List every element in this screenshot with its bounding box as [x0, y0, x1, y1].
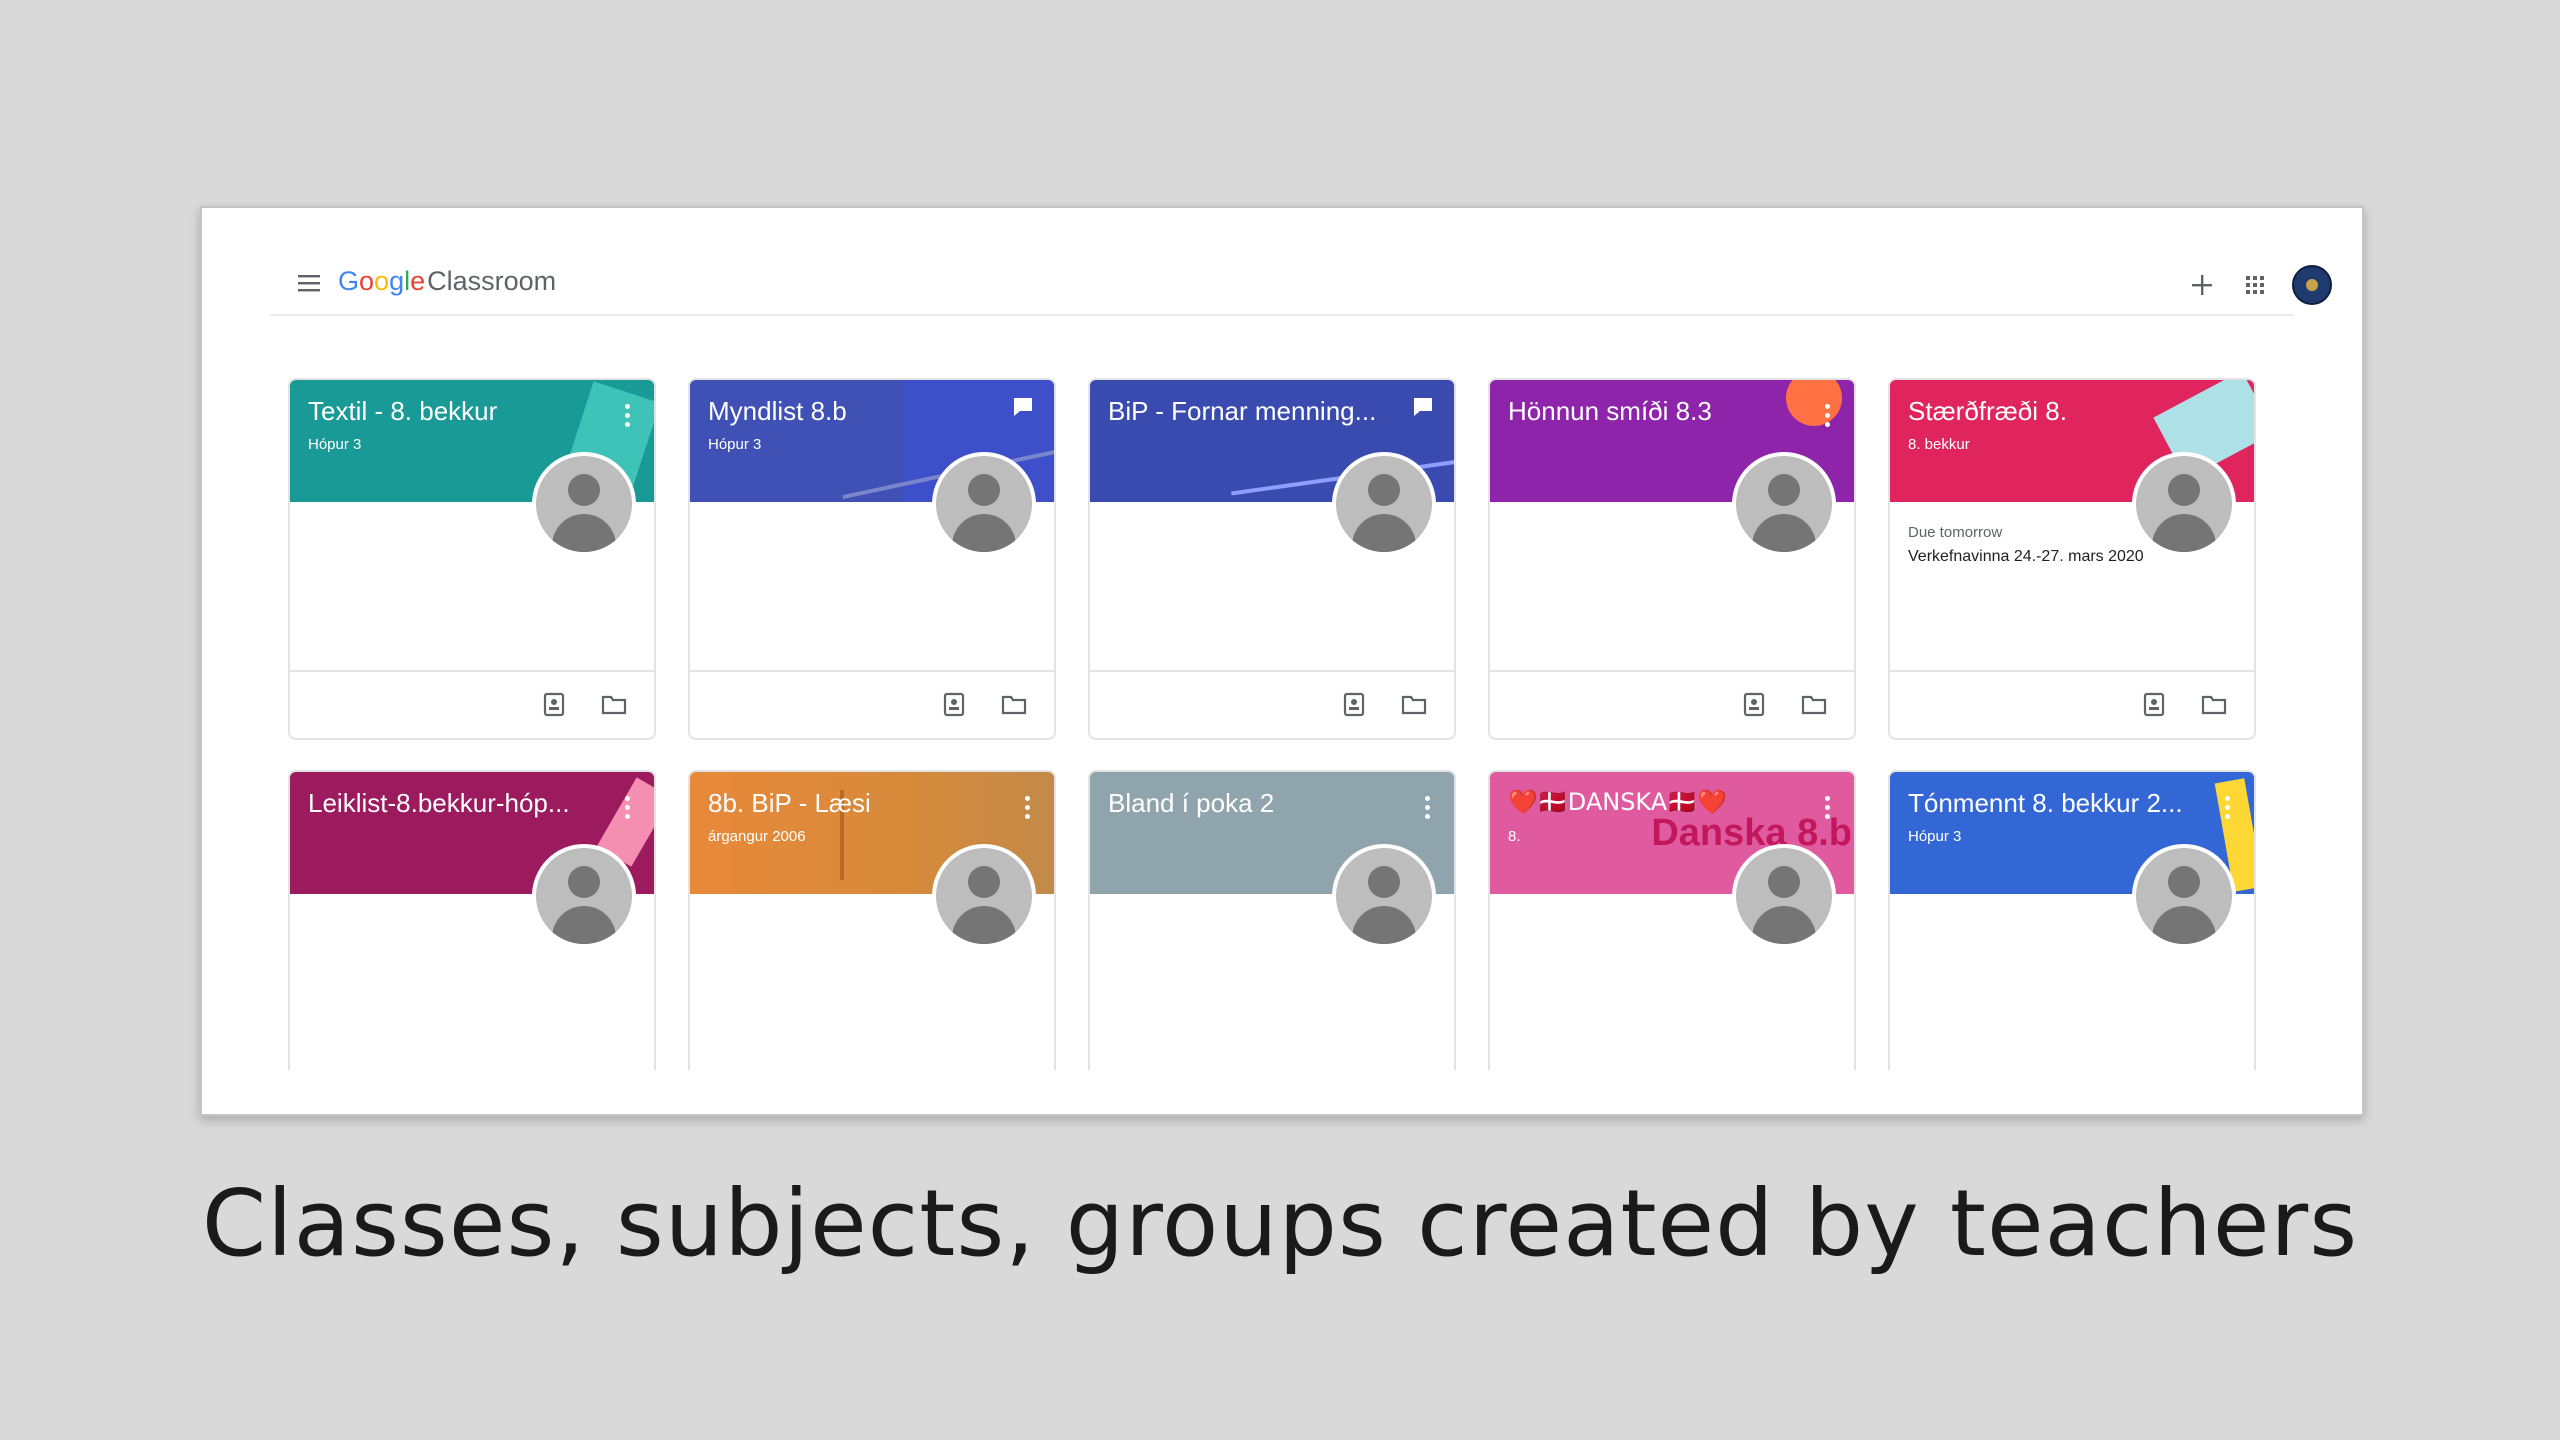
more-vert-icon[interactable] — [624, 796, 632, 822]
teacher-avatar — [932, 452, 1036, 556]
due-assignment-link[interactable]: Verkefnavinna 24.-27. mars 2020 — [1908, 548, 2144, 566]
account-avatar[interactable] — [2292, 265, 2332, 305]
more-vert-icon[interactable] — [2224, 796, 2232, 822]
classroom-screenshot: GoogleClassroom Textil - 8. bekkur Hópur… — [200, 206, 2364, 1116]
google-apps-grid-icon[interactable] — [2238, 268, 2272, 302]
class-card-textil[interactable]: Textil - 8. bekkur Hópur 3 — [288, 378, 656, 740]
assignment-icon[interactable] — [540, 690, 568, 718]
class-card-danska[interactable]: Danska 8.b ❤️🇩🇰DANSKA🇩🇰❤️ 8. — [1488, 770, 1856, 1070]
class-title[interactable]: Textil - 8. bekkur — [308, 396, 594, 427]
more-vert-icon[interactable] — [1824, 796, 1832, 822]
more-vert-icon[interactable] — [624, 404, 632, 430]
assignment-icon[interactable] — [2140, 690, 2168, 718]
class-card-leiklist[interactable]: Leiklist-8.bekkur-hóp... — [288, 770, 656, 1070]
class-card-myndlist[interactable]: Myndlist 8.b Hópur 3 — [688, 378, 1056, 740]
teacher-avatar — [1732, 844, 1836, 948]
class-title[interactable]: Bland í poka 2 — [1108, 788, 1394, 819]
more-vert-icon[interactable] — [1424, 796, 1432, 822]
teacher-avatar — [2132, 844, 2236, 948]
teacher-avatar — [532, 844, 636, 948]
class-card-bland-i-poka[interactable]: Bland í poka 2 — [1088, 770, 1456, 1070]
class-section: 8. bekkur — [1908, 436, 1970, 453]
class-title[interactable]: ❤️🇩🇰DANSKA🇩🇰❤️ — [1508, 788, 1794, 816]
assignment-icon[interactable] — [1740, 690, 1768, 718]
card-footer — [1490, 670, 1854, 738]
card-footer — [1090, 670, 1454, 738]
more-vert-icon[interactable] — [1024, 796, 1032, 822]
more-vert-icon[interactable] — [1824, 404, 1832, 430]
banner-artwork-text: Danska 8.b — [1651, 812, 1852, 854]
teacher-avatar — [1332, 452, 1436, 556]
plus-icon[interactable] — [2185, 268, 2219, 302]
assignment-icon[interactable] — [940, 690, 968, 718]
class-title[interactable]: BiP - Fornar menning... — [1108, 396, 1394, 427]
folder-icon[interactable] — [1800, 690, 1828, 718]
class-card-honnun[interactable]: Hönnun smíði 8.3 — [1488, 378, 1856, 740]
google-classroom-logo[interactable]: GoogleClassroom — [338, 266, 556, 297]
teacher-avatar — [932, 844, 1036, 948]
class-section: Hópur 3 — [708, 436, 762, 453]
folder-icon[interactable] — [1000, 690, 1028, 718]
class-section: Hópur 3 — [308, 436, 362, 453]
folder-icon[interactable] — [600, 690, 628, 718]
class-title[interactable]: Myndlist 8.b — [708, 396, 994, 427]
top-app-bar: GoogleClassroom — [270, 258, 2332, 316]
teacher-avatar — [1332, 844, 1436, 948]
class-title[interactable]: Hönnun smíði 8.3 — [1508, 396, 1794, 427]
class-card-staerdfraedi[interactable]: Stærðfræði 8. 8. bekkur Due tomorrow Ver… — [1888, 378, 2256, 740]
card-footer — [1890, 670, 2254, 738]
class-card-laesi[interactable]: 8b. BiP - Læsi árgangur 2006 — [688, 770, 1056, 1070]
card-footer — [290, 670, 654, 738]
chat-icon[interactable] — [1010, 394, 1036, 420]
class-title[interactable]: Leiklist-8.bekkur-hóp... — [308, 788, 594, 819]
class-section: Hópur 3 — [1908, 828, 1962, 845]
card-footer — [690, 670, 1054, 738]
teacher-avatar — [2132, 452, 2236, 556]
folder-icon[interactable] — [2200, 690, 2228, 718]
class-section: 8. — [1508, 828, 1521, 845]
class-section: árgangur 2006 — [708, 828, 806, 845]
class-card-tonmennt[interactable]: Tónmennt 8. bekkur 2... Hópur 3 — [1888, 770, 2256, 1070]
slide-caption: Classes, subjects, groups created by tea… — [201, 1170, 2359, 1277]
teacher-avatar — [1732, 452, 1836, 556]
class-title[interactable]: Tónmennt 8. bekkur 2... — [1908, 788, 2194, 819]
class-card-bip-fornar[interactable]: BiP - Fornar menning... — [1088, 378, 1456, 740]
class-title[interactable]: Stærðfræði 8. — [1908, 396, 2194, 427]
due-label: Due tomorrow — [1908, 524, 2003, 541]
hamburger-menu-icon[interactable] — [294, 268, 324, 298]
chat-icon[interactable] — [1410, 394, 1436, 420]
folder-icon[interactable] — [1400, 690, 1428, 718]
class-title[interactable]: 8b. BiP - Læsi — [708, 788, 994, 819]
assignment-icon[interactable] — [1340, 690, 1368, 718]
teacher-avatar — [532, 452, 636, 556]
